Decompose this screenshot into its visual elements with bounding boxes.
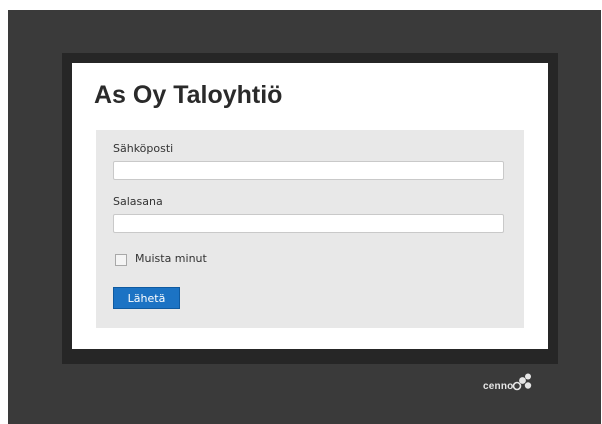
logo-text: cenno: [483, 381, 514, 392]
email-label: Sähköposti: [113, 142, 174, 155]
cenno-logo-icon: [512, 373, 532, 391]
remember-me-checkbox[interactable]: [115, 254, 127, 266]
page-title: As Oy Taloyhtiö: [94, 81, 283, 109]
email-input[interactable]: [113, 161, 504, 180]
submit-button[interactable]: Lähetä: [113, 287, 180, 309]
login-frame: As Oy Taloyhtiö Sähköposti Salasana Muis…: [62, 53, 558, 364]
password-label: Salasana: [113, 195, 163, 208]
cenno-logo[interactable]: cenno: [483, 373, 553, 397]
login-form: Sähköposti Salasana Muista minut Lähetä: [96, 130, 524, 328]
login-card: As Oy Taloyhtiö Sähköposti Salasana Muis…: [72, 63, 548, 349]
remember-me-label[interactable]: Muista minut: [135, 252, 207, 265]
password-input[interactable]: [113, 214, 504, 233]
page-background: As Oy Taloyhtiö Sähköposti Salasana Muis…: [8, 10, 601, 424]
